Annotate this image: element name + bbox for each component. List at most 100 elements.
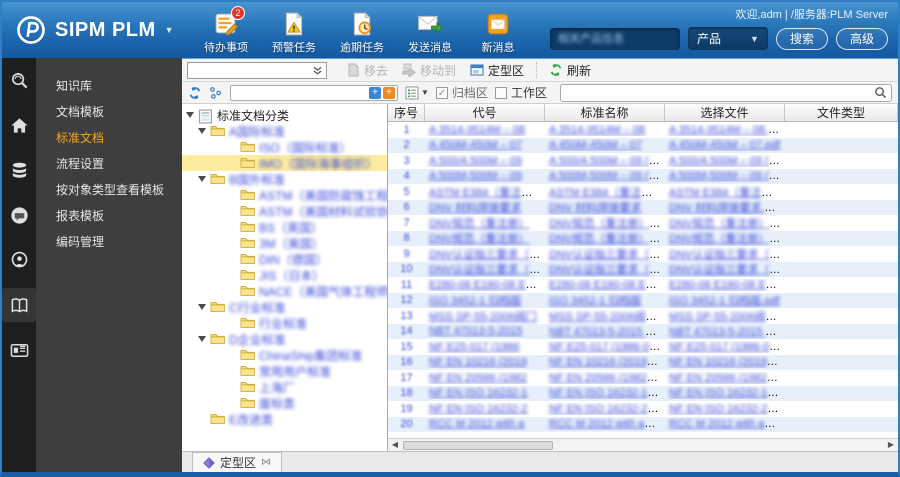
tree-node[interactable]: JIS（日本） [182, 267, 387, 283]
chat-icon[interactable] [2, 198, 36, 232]
remove-button[interactable]: 移去 [339, 60, 395, 80]
horizontal-scrollbar[interactable]: ◀ ▶ [388, 438, 898, 451]
search-button[interactable]: 搜索 [775, 27, 828, 50]
column-header[interactable]: 序号 [388, 104, 425, 121]
cell-file: A 3514-3514M – 08.pdf [669, 123, 784, 136]
table-row[interactable]: 2 A 450M-450M – 07 A 450M-450M – 07 A 450M-… [388, 137, 898, 153]
top-action-send-message[interactable]: 发送消息 [401, 11, 459, 55]
add-orange-icon[interactable]: + [383, 86, 395, 99]
staging-area-button[interactable]: 定型区 [463, 60, 531, 80]
advanced-search-button[interactable]: 高级 [835, 27, 888, 50]
tree-node[interactable]: IMO（国际海事组织） [182, 155, 387, 171]
table-row[interactable]: 10 DNV认证指三要求（重注册） DNV认证指三要求（重注册） DNV认证指三要求（… [388, 261, 898, 277]
sipm-search-icon[interactable] [2, 63, 36, 97]
table-row[interactable]: 7 DNV规范（重注册） DNV规范（重注册）PART DNV规范（重注册）PART [388, 215, 898, 231]
table-row[interactable]: 5 ASTM E384（重注册） ASTM E384（重注册） ASTM E384（重… [388, 184, 898, 200]
table-row[interactable]: 3 A 500/A 500M – 09 A 500/A 500M – 09 (Rec… [388, 153, 898, 169]
column-header[interactable]: 标准名称 [545, 104, 665, 121]
top-action-todo[interactable]: 待办事项 2 [197, 6, 255, 55]
column-header[interactable]: 代号 [425, 104, 545, 121]
tree-node[interactable]: ChinaShip集团标准 [182, 347, 387, 363]
brand[interactable]: SIPM PLM ▼ [2, 2, 197, 58]
tree-node[interactable]: 3M（美国） [182, 235, 387, 251]
table-row[interactable]: 4 A 500M-500M – 09 A 500M-500M – 09 (Recan… [388, 168, 898, 184]
brand-caret-icon[interactable]: ▼ [165, 25, 174, 35]
database-icon[interactable] [2, 153, 36, 187]
column-header[interactable]: 文件类型 [785, 104, 898, 121]
top-action-overdue-task[interactable]: 逾期任务 [333, 11, 391, 55]
tree-node[interactable]: E改进类 [182, 411, 387, 427]
expander-icon[interactable] [186, 112, 194, 118]
tree-node[interactable]: A国际标准 [182, 123, 387, 139]
tree-node[interactable]: ISO（国际标准） [182, 139, 387, 155]
reload-tree-icon[interactable] [188, 86, 202, 100]
table-row[interactable]: 19 NF EN ISO 16232-2 NF EN ISO 16232-2 (20… [388, 401, 898, 417]
tree-node[interactable]: NACE（美国气体工程师协会） [182, 283, 387, 299]
cell-code: A 500M-500M – 09 [429, 170, 522, 183]
quick-add-input[interactable]: + + [230, 84, 398, 101]
tree-node[interactable]: BS（英国） [182, 219, 387, 235]
table-row[interactable]: 8 DNV规范（重注册） DNV规范（重注册）PART DNV规范（重注册）PART [388, 230, 898, 246]
tree-node[interactable]: ASTM（美国材料试验协会） [182, 203, 387, 219]
profile-broadcast-icon[interactable] [2, 243, 36, 277]
staging-area-tab[interactable]: 定型区 ⋈ [192, 452, 283, 472]
sidebar-item[interactable]: 流程设置 [36, 151, 182, 177]
table-row[interactable]: 1 A 3514-3514M – 08 A 3514-3514M – 08 A 351… [388, 122, 898, 138]
tree-node[interactable]: 常用用户标准 [182, 363, 387, 379]
scrollbar-thumb[interactable] [403, 440, 553, 450]
move-to-button[interactable]: 移动到 [395, 60, 463, 80]
table-row[interactable]: 13 MSS SP-55-2006阀门 MSS SP-55-2006阀门「主三 MSS… [388, 308, 898, 324]
table-row[interactable]: 12 ISO 3452-1 归档版 ISO 3452-1 归档版 ISO 3452-1… [388, 292, 898, 308]
table-row[interactable]: 16 NF EN 10216 (2019 NF EN 10216 (2019-04-… [388, 354, 898, 370]
expander-icon[interactable] [198, 176, 206, 182]
sidebar-item[interactable]: 标准文档 [36, 125, 182, 151]
cell-standard-name: MSS SP-55-2006阀门「主三 [549, 310, 665, 323]
filter-combobox[interactable] [187, 61, 327, 79]
view-options-button[interactable]: ▼ [405, 86, 429, 100]
tab-pin-icon[interactable]: ⋈ [261, 457, 271, 468]
tree-node[interactable]: C行业标准 [182, 299, 387, 315]
table-row[interactable]: 20 RCC M 2012 with a RCC M 2012 with add 1… [388, 416, 898, 432]
cell-file: A 500M-500M – 09 (Recang [669, 170, 785, 183]
table-row[interactable]: 14 NBT 47013-5-2015 NBT 47013-5-2015 承压设 NB… [388, 323, 898, 339]
table-search-input[interactable] [559, 83, 892, 102]
tree-node[interactable]: D企业标准 [182, 331, 387, 347]
scroll-left-icon[interactable]: ◀ [388, 439, 402, 451]
table-row[interactable]: 11 E280-08 E180-08 Exx40-8 E280-08 E180-08… [388, 277, 898, 293]
expander-icon[interactable] [198, 304, 206, 310]
sidebar-item[interactable]: 知识库 [36, 73, 182, 99]
search-category-dropdown[interactable]: 产品 ▼ [687, 27, 768, 50]
table-row[interactable]: 18 NF EN ISO 16232-1 NF EN ISO 16232-1 (20… [388, 385, 898, 401]
tree-node[interactable]: 废标类 [182, 395, 387, 411]
sidebar-item[interactable]: 报表模板 [36, 203, 182, 229]
table-row[interactable]: 17 NF EN 20566 (1982 NF EN 20566 (1982-08-… [388, 370, 898, 386]
table-row[interactable]: 9 DNV认证指三要求（重注册） DNV认证指三要求（重注册） DNV认证指三要求（重… [388, 246, 898, 262]
sidebar-item[interactable]: 按对象类型查看模板 [36, 177, 182, 203]
tree-node[interactable]: ASTM（美国防腐蚀工程师协会） [182, 187, 387, 203]
add-blue-icon[interactable]: + [369, 86, 381, 99]
tree-node[interactable]: B国外标准 [182, 171, 387, 187]
archive-area-checkbox[interactable]: ✓ 归档区 [435, 84, 488, 101]
cell-file: E280-08 E180-08 Exx40-8 [669, 278, 785, 291]
tree-root[interactable]: 标准文档分类 [182, 107, 387, 124]
refresh-button[interactable]: 刷新 [542, 60, 598, 80]
scroll-right-icon[interactable]: ▶ [884, 439, 898, 451]
top-action-new-message[interactable]: 新消息 [469, 11, 527, 55]
table-row[interactable]: 15 NF E25-017 (1986 NF E25-017 (1986-02-01… [388, 339, 898, 355]
home-icon[interactable] [2, 108, 36, 142]
structure-icon[interactable] [209, 86, 223, 100]
sidebar-item[interactable]: 文档模板 [36, 99, 182, 125]
book-icon[interactable] [2, 288, 36, 322]
global-search-input[interactable]: 相关产品信息 [549, 27, 680, 50]
top-action-warning-task[interactable]: 预警任务 [265, 11, 323, 55]
idcard-icon[interactable] [2, 333, 36, 367]
tree-node[interactable]: 行业标准 [182, 315, 387, 331]
column-header[interactable]: 选择文件 [665, 104, 785, 121]
expander-icon[interactable] [198, 128, 206, 134]
sidebar-item[interactable]: 编码管理 [36, 229, 182, 255]
table-row[interactable]: 6 DNV 材料焊接要求 DNV 材料焊接要求 DNV 材料焊接要求.doc [388, 199, 898, 215]
expander-icon[interactable] [198, 336, 206, 342]
tree-node[interactable]: 上海厂 [182, 379, 387, 395]
tree-node[interactable]: DIN（德国） [182, 251, 387, 267]
workspace-checkbox[interactable]: 工作区 [494, 84, 547, 101]
